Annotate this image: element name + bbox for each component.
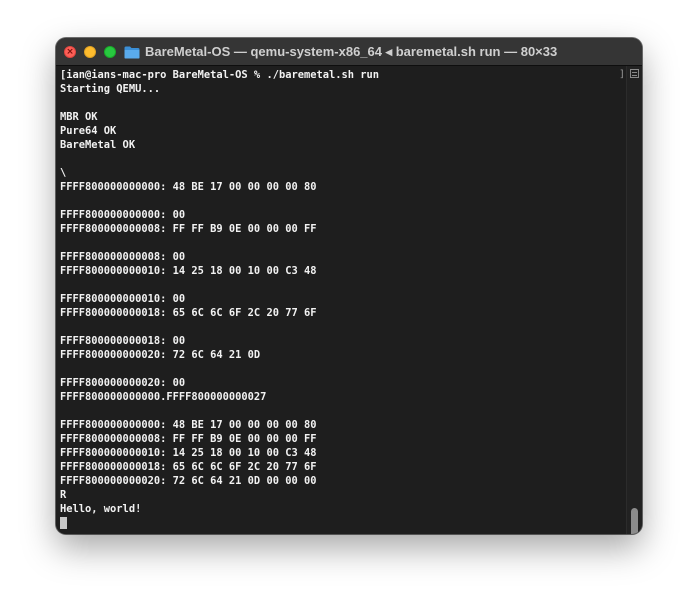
terminal-line: [ian@ians-mac-pro BareMetal-OS % ./barem… [60, 69, 380, 81]
terminal-line: FFFF800000000018: 65 6C 6C 6F 2C 20 77 6… [60, 461, 317, 473]
terminal-line: FFFF800000000010: 14 25 18 00 10 00 C3 4… [60, 447, 317, 459]
terminal-line: FFFF800000000000.FFFF800000000027 [60, 391, 267, 403]
scrollbar[interactable] [626, 66, 642, 534]
terminal-line: FFFF800000000020: 72 6C 64 21 0D [60, 349, 261, 361]
terminal-line: FFFF800000000008: FF FF B9 0E 00 00 00 F… [60, 433, 317, 445]
terminal-line: FFFF800000000008: 00 [60, 251, 186, 263]
terminal-line: FFFF800000000008: FF FF B9 0E 00 00 00 F… [60, 223, 317, 235]
window-title-group: BareMetal-OS — qemu-system-x86_64 ◂ bare… [124, 38, 557, 66]
terminal-line: FFFF800000000010: 14 25 18 00 10 00 C3 4… [60, 265, 317, 277]
terminal-window: × BareMetal-OS — qemu-system-x86_64 ◂ ba… [56, 38, 642, 534]
minimize-button[interactable] [84, 46, 96, 58]
window-title: BareMetal-OS — qemu-system-x86_64 ◂ bare… [145, 44, 558, 59]
terminal-line: MBR OK [60, 111, 98, 123]
text-cursor [60, 517, 67, 529]
terminal-output[interactable]: [ian@ians-mac-pro BareMetal-OS % ./barem… [56, 66, 626, 534]
terminal-line: \ [60, 167, 67, 179]
folder-icon [124, 46, 140, 58]
terminal-line: Starting QEMU... [60, 83, 161, 95]
terminal-line: BareMetal OK [60, 139, 136, 151]
terminal-line: Pure64 OK [60, 125, 117, 137]
terminal-line: FFFF800000000000: 00 [60, 209, 186, 221]
terminal-line: FFFF800000000000: 48 BE 17 00 00 00 00 8… [60, 181, 317, 193]
zoom-button[interactable] [104, 46, 116, 58]
terminal-line: FFFF800000000018: 00 [60, 335, 186, 347]
split-pane-icon[interactable] [630, 69, 639, 78]
terminal-line: FFFF800000000018: 65 6C 6C 6F 2C 20 77 6… [60, 307, 317, 319]
terminal-line: FFFF800000000000: 48 BE 17 00 00 00 00 8… [60, 419, 317, 431]
close-icon: × [66, 47, 74, 57]
scrollbar-thumb[interactable] [631, 508, 638, 534]
line-bracket-marker: ] [619, 69, 626, 80]
terminal-line: FFFF800000000010: 00 [60, 293, 186, 305]
title-bar[interactable]: × BareMetal-OS — qemu-system-x86_64 ◂ ba… [56, 38, 642, 66]
close-button[interactable]: × [64, 46, 76, 58]
terminal-lines: [ian@ians-mac-pro BareMetal-OS % ./barem… [60, 68, 379, 529]
terminal-line: FFFF800000000020: 00 [60, 377, 186, 389]
terminal-line: R [60, 489, 67, 501]
terminal-line: Hello, world! [60, 503, 142, 515]
terminal-line: FFFF800000000020: 72 6C 64 21 0D 00 00 0… [60, 475, 317, 487]
